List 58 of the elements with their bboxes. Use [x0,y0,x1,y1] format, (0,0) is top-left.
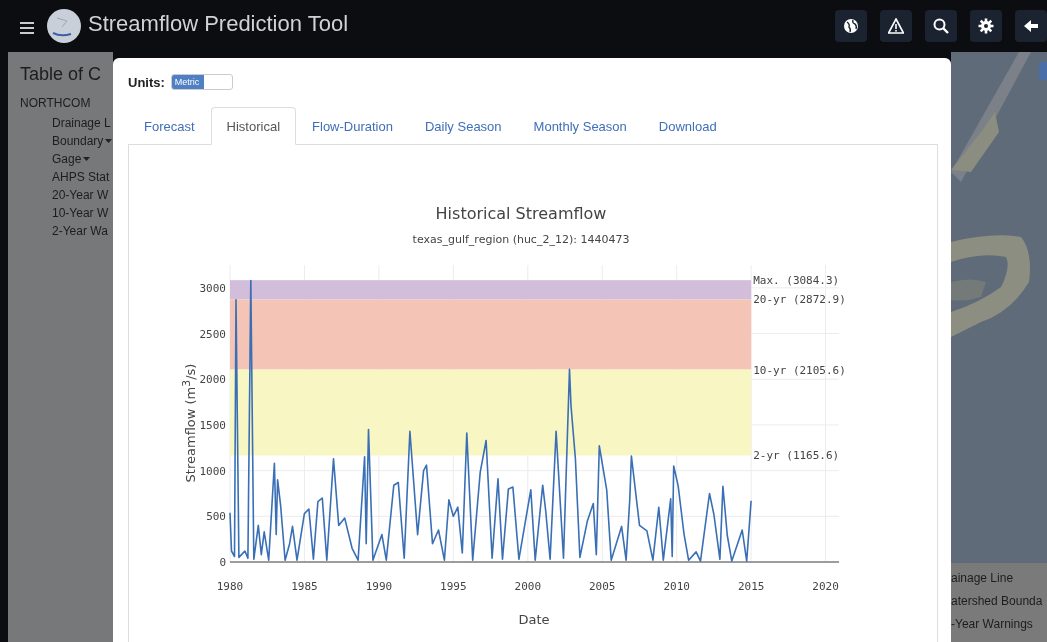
axis-tick-label: 500 [206,510,226,524]
layer-item[interactable]: AHPS Stat [8,168,113,186]
back-arrow-icon [1023,18,1039,34]
warning-button[interactable] [880,10,912,42]
tab[interactable]: Daily Season [408,107,518,145]
chart-title: Historical Streamflow [435,204,607,223]
caret-icon [83,157,91,161]
settings-icon [978,18,994,34]
axis-tick-label: 2500 [199,327,226,341]
threshold-label: 2-yr (1165.6) [753,449,840,463]
units-label: Units: [128,74,165,90]
threshold-label: Max. (3084.3) [753,274,840,288]
tab[interactable]: Forecast [128,107,211,145]
layer-item[interactable]: Gage [8,150,113,168]
tab[interactable]: Historical [210,107,297,145]
panel-title: Table of C [19,64,103,86]
settings-button[interactable] [970,10,1002,42]
layer-group[interactable]: NORTHCOM [8,96,113,114]
warning-icon [888,18,904,34]
units-toggle[interactable]: Metric [170,74,233,90]
tab[interactable]: Download [642,107,733,145]
app-title: Streamflow Prediction Tool [88,11,349,37]
chart-subtitle: texas_gulf_region (huc_2_12): 1440473 [412,233,630,246]
axis-tick-label: 2000 [514,580,542,593]
search-icon [933,18,949,34]
layer-item[interactable]: Drainage L [8,114,113,132]
axis-title: Date [518,612,550,627]
search-button[interactable] [925,10,957,42]
threshold-label: 20-yr (2872.9) [753,293,846,307]
legend-item: atershed Bounda [951,594,1044,610]
axis-tick-label: 2010 [663,580,690,593]
layer-item[interactable]: 10-Year W [8,204,113,222]
layer-item[interactable]: 20-Year W [8,186,113,204]
menu-icon[interactable] [20,22,34,34]
axis-tick-label: 3000 [199,281,226,295]
axis-tick-label: 1990 [365,580,393,593]
caret-icon [105,139,113,143]
globe-icon [843,18,859,34]
axis-tick-label: 2015 [737,580,765,593]
layer-item[interactable]: 2-Year Wa [8,222,113,240]
layer-item[interactable]: Boundary [8,132,113,150]
axis-tick-label: 1995 [440,580,467,593]
tab[interactable]: Monthly Season [517,107,643,145]
axis-tick-label: 0 [219,556,226,569]
back-arrow-button[interactable] [1015,10,1047,42]
axis-tick-label: 1980 [216,580,244,593]
axis-tick-label: 2005 [589,580,616,593]
tab[interactable]: Flow-Duration [296,107,409,145]
axis-tick-label: 1985 [291,580,318,593]
logo-icon [47,9,81,43]
axis-tick-label: 2000 [199,373,226,387]
legend-item: ainage Line [951,571,1015,587]
axis-tick-label: 1000 [199,464,226,478]
threshold-label: 10-yr (2105.6) [753,363,846,377]
globe-button[interactable] [835,10,867,42]
axis-tick-label: 1500 [199,418,226,432]
legend-item: -Year Warnings [951,617,1034,633]
axis-tick-label: 2020 [812,580,839,593]
